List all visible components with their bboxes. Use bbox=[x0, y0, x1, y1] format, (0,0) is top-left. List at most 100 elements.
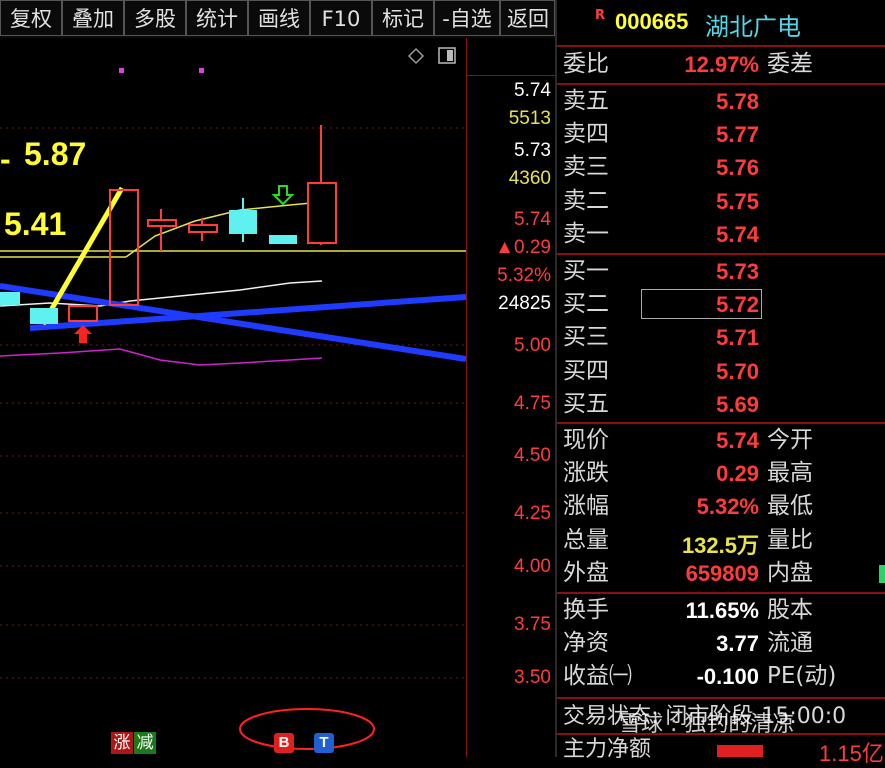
stat-label: 现价 bbox=[563, 427, 609, 453]
quote-panel: R 000665 湖北广电 委比 12.97% 委差 卖五 5.78 卖四 5.… bbox=[555, 0, 885, 766]
multi-stock-button[interactable]: 多股 bbox=[124, 0, 186, 36]
axis-volume-3: 24825 bbox=[498, 293, 551, 314]
weibi-value: 12.97% bbox=[684, 52, 759, 77]
buy-level-price: 5.71 bbox=[716, 325, 759, 350]
axis-change-pct: 5.32% bbox=[497, 265, 551, 286]
price-tick: 3.50 bbox=[514, 667, 551, 688]
ma-line-magenta bbox=[0, 348, 323, 366]
fuquan-button[interactable]: 复权 bbox=[0, 0, 62, 36]
main-fund-bar bbox=[717, 745, 763, 757]
sell-level-price: 5.74 bbox=[716, 222, 759, 247]
fund-label: 净资 bbox=[563, 630, 609, 656]
price-tick: 3.75 bbox=[514, 614, 551, 635]
price-tick: 4.25 bbox=[514, 503, 551, 524]
stat-label-2: 今开 bbox=[767, 427, 813, 453]
axis-price-3: 5.74 bbox=[514, 209, 551, 230]
candle bbox=[229, 210, 257, 234]
buy-level-label: 买五 bbox=[563, 391, 609, 417]
candle bbox=[188, 224, 218, 233]
buy-level-price: 5.70 bbox=[716, 359, 759, 384]
stat-label-2: 最低 bbox=[767, 493, 813, 519]
r-badge: R bbox=[595, 8, 606, 23]
fund-value: 11.65% bbox=[685, 598, 759, 623]
sell-level-label: 卖三 bbox=[563, 154, 609, 180]
overlay-button[interactable]: 叠加 bbox=[62, 0, 124, 36]
price-tick: 4.75 bbox=[514, 393, 551, 414]
sell-level-label: 卖五 bbox=[563, 88, 609, 114]
low-price-label: 5.41 bbox=[4, 206, 67, 242]
candlestick-chart[interactable]: - 5.87 5.41 涨 减 B T bbox=[0, 38, 466, 757]
watchlist-button[interactable]: -自选 bbox=[434, 0, 500, 36]
sell-signal-arrow bbox=[271, 185, 295, 206]
f10-button[interactable]: F10 bbox=[310, 0, 372, 36]
axis-price-1: 5.74 bbox=[514, 80, 551, 101]
candle bbox=[307, 182, 337, 244]
back-button[interactable]: 返回 bbox=[500, 0, 555, 36]
fund-value: -0.100 bbox=[696, 664, 759, 689]
price-tick: 4.50 bbox=[514, 445, 551, 466]
stat-value: 5.32% bbox=[696, 494, 759, 519]
stat-label: 涨幅 bbox=[563, 493, 609, 519]
sell-level-price: 5.77 bbox=[716, 122, 759, 147]
fund-value: 3.77 bbox=[716, 631, 759, 656]
sell-level-price: 5.75 bbox=[716, 189, 759, 214]
candle bbox=[30, 308, 58, 324]
b-badge[interactable]: B bbox=[274, 733, 294, 753]
t-badge[interactable]: T bbox=[314, 733, 334, 753]
stat-label-2: 内盘 bbox=[767, 560, 813, 586]
sell-level-price: 5.76 bbox=[716, 155, 759, 180]
price-axis: 5.74 5513 5.73 4360 5.74 ▲0.29 5.32% 248… bbox=[466, 38, 555, 757]
stat-value: 132.5万 bbox=[681, 533, 759, 558]
axis-change: ▲0.29 bbox=[495, 237, 551, 258]
jian-badge[interactable]: 减 bbox=[134, 732, 156, 754]
stat-value: 659809 bbox=[685, 561, 759, 586]
stock-code: 000665 bbox=[615, 9, 689, 34]
fund-label-2: 股本 bbox=[767, 597, 813, 623]
candle bbox=[0, 292, 20, 305]
marker-dot bbox=[119, 68, 124, 73]
stat-label: 总量 bbox=[563, 527, 609, 553]
dash-marker: - bbox=[0, 141, 11, 177]
fund-label-2: PE(动) bbox=[767, 663, 837, 689]
candle bbox=[147, 219, 177, 227]
highlight-ellipse bbox=[239, 708, 375, 750]
buy-level-price: 5.72 bbox=[716, 292, 759, 317]
buy-level-label: 买一 bbox=[563, 258, 609, 284]
buy-level-label: 买二 bbox=[563, 291, 609, 317]
diamond-icon bbox=[407, 47, 425, 65]
watermark: 雪球 : 独钓的清凉 bbox=[619, 712, 795, 737]
buy-level-label: 买三 bbox=[563, 324, 609, 350]
marker-dot bbox=[199, 68, 204, 73]
fund-label: 收益㈠ bbox=[563, 663, 632, 689]
buy-level-label: 买四 bbox=[563, 358, 609, 384]
toolbar: 复权 叠加 多股 统计 画线 F10 标记 -自选 返回 bbox=[0, 0, 555, 38]
buy-signal-arrow bbox=[74, 325, 92, 343]
weicha-label: 委差 bbox=[767, 51, 813, 77]
sell-level-price: 5.78 bbox=[716, 89, 759, 114]
stat-value: 0.29 bbox=[716, 461, 759, 486]
candle bbox=[109, 189, 139, 306]
high-price-label: 5.87 bbox=[24, 136, 87, 172]
green-edge-marker bbox=[879, 565, 885, 583]
buy-level-price: 5.73 bbox=[716, 259, 759, 284]
stat-label-2: 量比 bbox=[767, 527, 813, 553]
statistics-button[interactable]: 统计 bbox=[186, 0, 248, 36]
axis-volume-2: 4360 bbox=[508, 168, 551, 189]
stat-value: 5.74 bbox=[716, 428, 759, 453]
candle bbox=[269, 235, 297, 244]
axis-volume-1: 5513 bbox=[508, 108, 551, 129]
fund-label: 换手 bbox=[563, 597, 609, 623]
mark-button[interactable]: 标记 bbox=[372, 0, 434, 36]
sell-level-label: 卖一 bbox=[563, 221, 609, 247]
candle bbox=[68, 305, 98, 322]
zhang-badge[interactable]: 涨 bbox=[111, 732, 133, 754]
main-fund-value: 1.15亿 bbox=[819, 741, 884, 766]
price-tick: 5.00 bbox=[514, 335, 551, 356]
buy-level-price: 5.69 bbox=[716, 392, 759, 417]
price-tick: 4.00 bbox=[514, 556, 551, 577]
sell-level-label: 卖四 bbox=[563, 121, 609, 147]
fund-label-2: 流通 bbox=[767, 630, 813, 656]
ma-line-yellow bbox=[125, 201, 323, 258]
axis-price-2: 5.73 bbox=[514, 140, 551, 161]
draw-line-button[interactable]: 画线 bbox=[248, 0, 310, 36]
